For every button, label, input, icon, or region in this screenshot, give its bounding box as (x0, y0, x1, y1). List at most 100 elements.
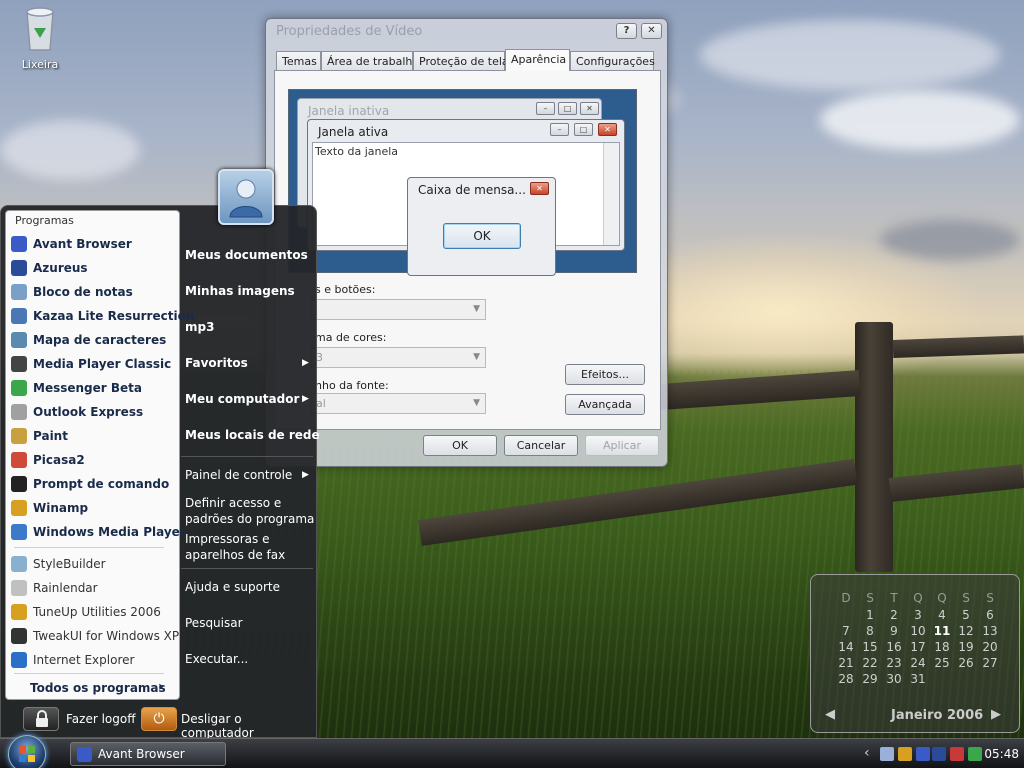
start-menu-link[interactable]: Meus locais de rede (185, 428, 320, 442)
calendar-day[interactable]: 6 (978, 608, 1002, 622)
start-menu-link[interactable]: padrões do programa (185, 512, 314, 526)
minimize-icon: – (550, 123, 569, 136)
calendar-day[interactable]: 3 (906, 608, 930, 622)
calendar-day[interactable]: 17 (906, 640, 930, 654)
calendar-month-year: Janeiro 2006 (891, 708, 983, 723)
program-item[interactable]: Picasa2 (9, 449, 177, 471)
start-menu-link[interactable]: Meu computador (185, 392, 299, 406)
start-menu-link[interactable]: Ajuda e suporte (185, 580, 280, 594)
program-item[interactable]: Bloco de notas (9, 281, 177, 303)
calendar-day[interactable]: 9 (882, 624, 906, 638)
recent-program-item[interactable]: Rainlendar (9, 577, 177, 599)
tab-temas[interactable]: Temas (276, 51, 321, 71)
program-item[interactable]: Prompt de comando (9, 473, 177, 495)
help-button[interactable]: ? (616, 23, 637, 39)
calendar-day[interactable]: 25 (930, 656, 954, 670)
calendar-day[interactable]: 20 (978, 640, 1002, 654)
logoff-label[interactable]: Fazer logoff (66, 712, 136, 726)
tab-area-de-trabalho[interactable]: Área de trabalho (321, 51, 419, 71)
calendar-day[interactable]: 16 (882, 640, 906, 654)
recent-program-item[interactable]: TweakUI for Windows XP (9, 625, 179, 647)
recycle-bin-shortcut[interactable]: Lixeira (14, 4, 66, 71)
start-menu-link[interactable]: Executar... (185, 652, 248, 666)
close-button[interactable]: ✕ (641, 23, 662, 39)
calendar-day[interactable]: 30 (882, 672, 906, 686)
start-menu-link[interactable]: Minhas imagens (185, 284, 295, 298)
program-item[interactable]: Mapa de caracteres (9, 329, 177, 351)
all-programs-button[interactable]: Todos os programas (30, 681, 166, 695)
color-scheme-select[interactable]: 3 ▼ (311, 347, 486, 368)
recent-program-item[interactable]: Internet Explorer (9, 649, 177, 671)
avant-tray-icon[interactable] (916, 747, 930, 761)
antivirus-tray-icon[interactable] (950, 747, 964, 761)
start-menu-link[interactable]: aparelhos de fax (185, 548, 285, 562)
start-menu-link[interactable]: Definir acesso e (185, 496, 281, 510)
program-item[interactable]: Kazaa Lite Resurrection (9, 305, 194, 327)
calendar-day[interactable]: 7 (834, 624, 858, 638)
taskbar-button-avant-browser[interactable]: Avant Browser (70, 742, 226, 766)
preview-active-window: Janela ativa – □ ✕ Texto da janela Caixa… (307, 119, 625, 276)
calendar-day[interactable]: 22 (858, 656, 882, 670)
program-item[interactable]: Avant Browser (9, 233, 177, 255)
calendar-day[interactable]: 21 (834, 656, 858, 670)
ok-button[interactable]: OK (423, 435, 497, 456)
clock[interactable]: 05:48 (984, 747, 1019, 761)
start-button[interactable] (8, 735, 46, 768)
calendar-day[interactable]: 15 (858, 640, 882, 654)
cancel-button[interactable]: Cancelar (504, 435, 578, 456)
apply-button[interactable]: Aplicar (585, 435, 659, 456)
program-item[interactable]: Winamp (9, 497, 177, 519)
calendar-day[interactable]: 13 (978, 624, 1002, 638)
mail-icon[interactable] (880, 747, 894, 761)
calendar-day[interactable]: 10 (906, 624, 930, 638)
calendar-day[interactable]: 5 (954, 608, 978, 622)
calendar-day[interactable]: 19 (954, 640, 978, 654)
calendar-day[interactable]: 18 (930, 640, 954, 654)
program-item[interactable]: Outlook Express (9, 401, 177, 423)
advanced-button[interactable]: Avançada (565, 394, 645, 415)
calendar-day[interactable]: 4 (930, 608, 954, 622)
program-item[interactable]: Paint (9, 425, 177, 447)
start-menu-link[interactable]: mp3 (185, 320, 214, 334)
program-item[interactable]: Azureus (9, 257, 177, 279)
calendar-day[interactable]: 12 (954, 624, 978, 638)
effects-button[interactable]: Efeitos... (565, 364, 645, 385)
start-menu-link[interactable]: Impressoras e (185, 532, 269, 546)
calendar-day[interactable]: 23 (882, 656, 906, 670)
calendar-day[interactable]: 14 (834, 640, 858, 654)
program-item[interactable]: Messenger Beta (9, 377, 177, 399)
tab-configuracoes[interactable]: Configurações (570, 51, 655, 71)
font-size-select[interactable]: al ▼ (311, 393, 486, 414)
calendar-day[interactable]: 31 (906, 672, 930, 686)
prev-month-button[interactable]: ◀ (825, 707, 835, 722)
start-menu-link[interactable]: Pesquisar (185, 616, 243, 630)
tab-protecao-de-tela[interactable]: Proteção de tela (413, 51, 509, 71)
calendar-day[interactable]: 28 (834, 672, 858, 686)
user-avatar[interactable] (218, 169, 274, 225)
program-item[interactable]: Media Player Classic (9, 353, 177, 375)
next-month-button[interactable]: ▶ (991, 707, 1001, 722)
windows-buttons-select[interactable]: ▼ (311, 299, 486, 320)
power-icon[interactable]: ⏻ (141, 707, 177, 731)
shutdown-label[interactable]: Desligar o computador (181, 712, 318, 740)
winamp-tray-icon[interactable] (898, 747, 912, 761)
calendar-day[interactable]: 2 (882, 608, 906, 622)
calendar-day[interactable]: 1 (858, 608, 882, 622)
recent-program-item[interactable]: TuneUp Utilities 2006 (9, 601, 177, 623)
azureus-tray-icon[interactable] (932, 747, 946, 761)
recent-program-item[interactable]: StyleBuilder (9, 553, 177, 575)
calendar-day[interactable]: 8 (858, 624, 882, 638)
calendar-day[interactable]: 29 (858, 672, 882, 686)
calendar-day[interactable]: 24 (906, 656, 930, 670)
calendar-day[interactable]: 11 (930, 624, 954, 638)
start-menu-link[interactable]: Meus documentos (185, 248, 308, 262)
calendar-day[interactable]: 27 (978, 656, 1002, 670)
start-menu-link[interactable]: Favoritos (185, 356, 248, 370)
chevron-left-icon[interactable]: ‹ (864, 746, 878, 761)
start-menu-link[interactable]: Painel de controle (185, 468, 292, 482)
messenger-tray-icon[interactable] (968, 747, 982, 761)
tab-aparencia[interactable]: Aparência (505, 49, 570, 71)
program-item[interactable]: Windows Media Player (9, 521, 186, 543)
calendar-day[interactable]: 26 (954, 656, 978, 670)
logoff-button[interactable] (23, 707, 59, 731)
